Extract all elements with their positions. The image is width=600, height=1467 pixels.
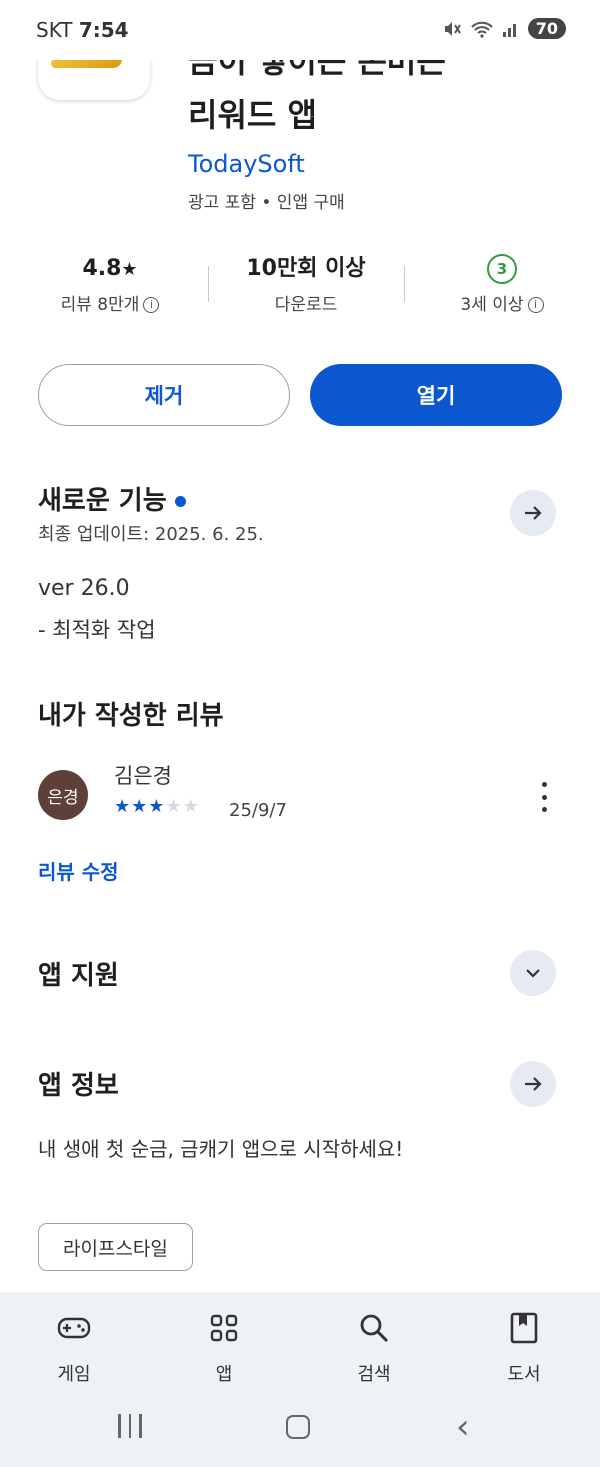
clock-label: 7:54	[78, 18, 129, 42]
nav-label-books: 도서	[507, 1364, 541, 1385]
star-empty-icon: ★	[165, 796, 183, 817]
system-nav-bar: ‹	[0, 1410, 600, 1450]
rating-value: 4.8	[82, 256, 122, 281]
app-info-arrow-button[interactable]	[510, 1061, 556, 1107]
app-description: 내 생애 첫 순금, 금캐기 앱으로 시작하세요!	[38, 1137, 404, 1161]
mute-icon	[444, 21, 461, 36]
stats-row: 4.8★ 리뷰 8만개 i 10만회 이상 다운로드 3 3세 이상 i	[0, 252, 600, 322]
uninstall-button[interactable]: 제거	[38, 364, 290, 426]
whats-new-arrow-button[interactable]	[510, 490, 556, 536]
stat-rating[interactable]: 4.8★ 리뷰 8만개 i	[20, 252, 200, 315]
apps-grid-icon	[174, 1310, 274, 1346]
whats-new-title: 새로운 기능	[38, 486, 167, 516]
battery-indicator: 70	[527, 18, 566, 39]
open-button[interactable]: 열기	[310, 364, 562, 426]
status-icons: 70	[442, 18, 566, 39]
nav-label-games: 게임	[57, 1364, 91, 1385]
nav-label-search: 검색	[357, 1364, 391, 1385]
info-icon: i	[527, 297, 544, 313]
app-info-heading[interactable]: 앱 정보	[38, 1065, 119, 1102]
star-icon: ★	[114, 796, 132, 817]
wifi-icon	[471, 21, 493, 38]
star-icon: ★	[121, 259, 138, 280]
whats-new-heading[interactable]: 새로운 기능	[38, 480, 186, 517]
star-icon: ★	[131, 796, 149, 817]
back-button[interactable]: ‹	[456, 1410, 470, 1444]
age-label: 3세 이상	[460, 295, 524, 315]
stats-divider	[208, 266, 209, 302]
bottom-nav: 게임 앱 검색 도서 ‹	[0, 1292, 600, 1467]
more-options-icon[interactable]	[538, 782, 550, 812]
arrow-right-icon	[525, 1077, 542, 1091]
app-support-heading[interactable]: 앱 지원	[38, 955, 119, 992]
review-date: 25/9/7	[229, 800, 287, 821]
release-note: - 최적화 작업	[38, 618, 156, 642]
status-time: SKT 7:54	[36, 18, 129, 42]
arrow-right-icon	[525, 506, 542, 520]
chevron-down-icon	[526, 969, 540, 978]
edit-review-link[interactable]: 리뷰 수정	[38, 856, 119, 885]
status-bar: SKT 7:54 70	[0, 0, 600, 60]
downloads-value: 10만회 이상	[246, 256, 366, 281]
gamepad-icon	[24, 1310, 124, 1346]
version-text: ver 26.0	[38, 576, 130, 601]
downloads-label: 다운로드	[274, 295, 338, 315]
stat-downloads: 10만회 이상 다운로드	[216, 252, 396, 315]
stat-age[interactable]: 3 3세 이상 i	[412, 252, 592, 315]
app-title-line2: 리워드 앱	[188, 96, 317, 134]
app-support-expand-button[interactable]	[510, 950, 556, 996]
new-indicator-dot	[174, 496, 186, 507]
signal-icon	[502, 23, 516, 37]
nav-item-search[interactable]: 검색	[324, 1310, 424, 1386]
developer-link[interactable]: TodaySoft	[188, 150, 305, 178]
app-meta: 광고 포함 • 인앱 구매	[188, 193, 345, 213]
recents-button[interactable]	[118, 1414, 142, 1438]
age-rating-badge: 3	[487, 254, 517, 284]
star-icon: ★	[148, 796, 166, 817]
nav-item-books[interactable]: 도서	[474, 1310, 574, 1386]
category-chip[interactable]: 라이프스타일	[38, 1223, 193, 1271]
nav-item-apps[interactable]: 앱	[174, 1310, 274, 1386]
last-updated: 최종 업데이트: 2025. 6. 25.	[38, 524, 264, 545]
nav-item-games[interactable]: 게임	[24, 1310, 124, 1386]
info-icon: i	[143, 297, 160, 313]
avatar: 은경	[38, 770, 88, 820]
star-empty-icon: ★	[182, 796, 200, 817]
home-button[interactable]	[286, 1415, 310, 1439]
my-review-heading: 내가 작성한 리뷰	[38, 701, 224, 731]
nav-label-apps: 앱	[215, 1364, 233, 1385]
stats-divider	[404, 266, 405, 302]
review-author: 김은경	[114, 764, 172, 788]
search-icon	[324, 1310, 424, 1346]
review-stars: ★★★★★	[114, 796, 200, 817]
carrier-label: SKT	[36, 18, 73, 42]
book-icon	[474, 1310, 574, 1346]
reviews-count: 리뷰 8만개	[60, 295, 140, 315]
